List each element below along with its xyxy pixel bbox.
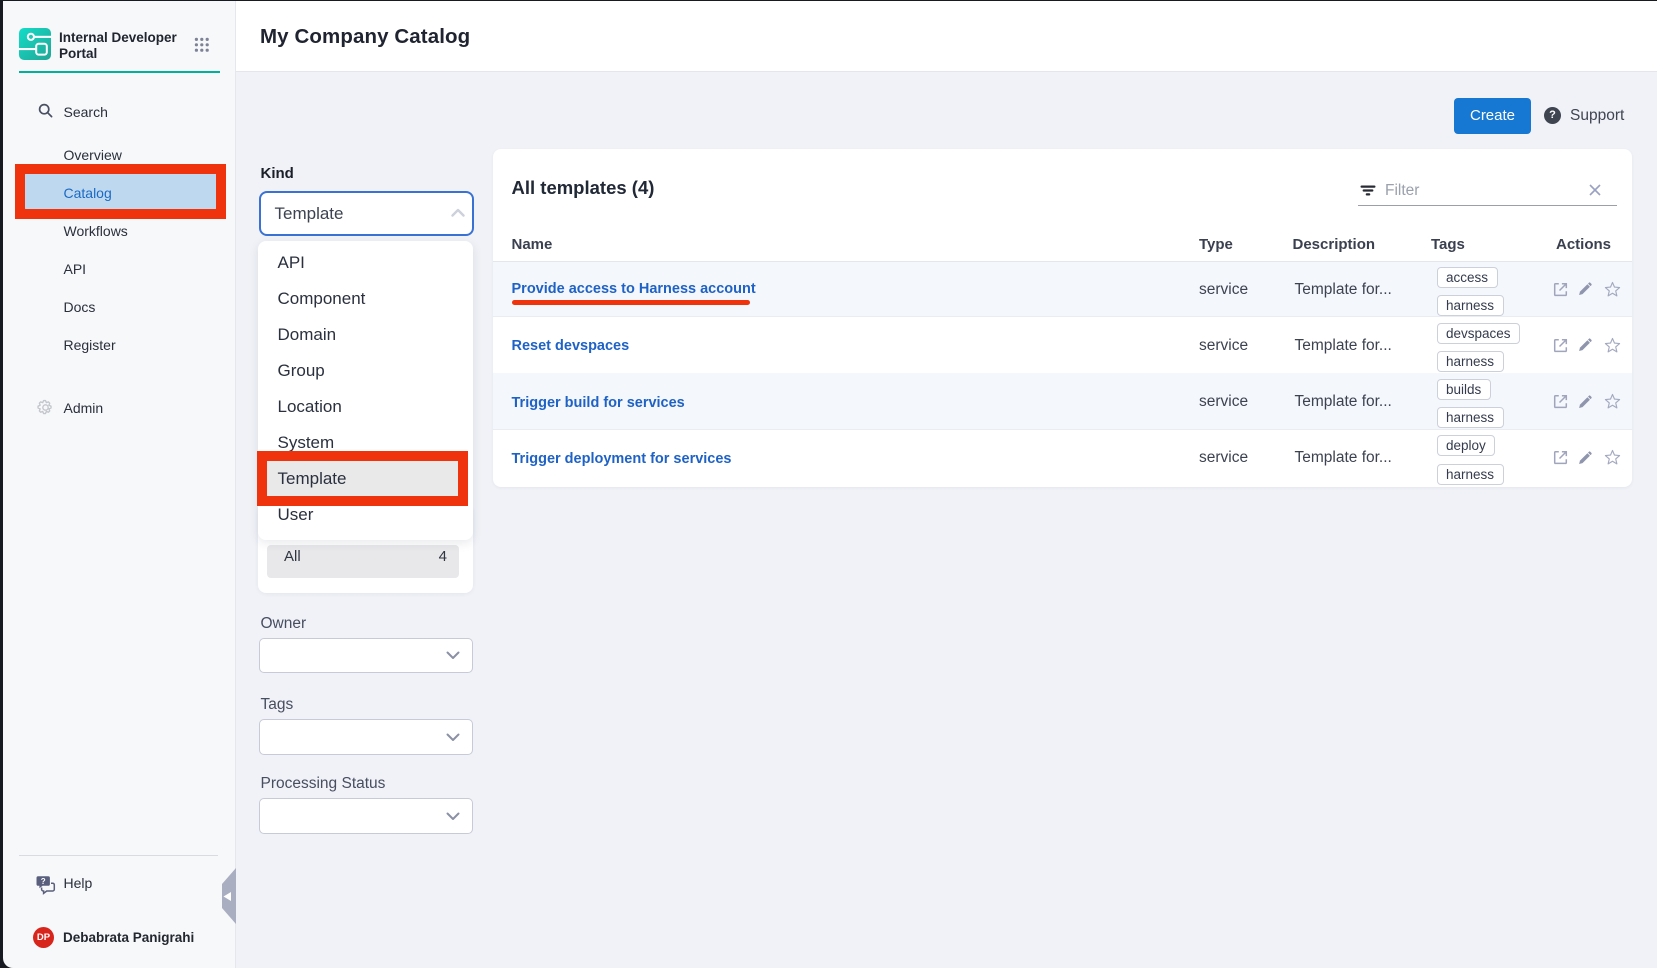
- svg-text:?: ?: [41, 877, 46, 886]
